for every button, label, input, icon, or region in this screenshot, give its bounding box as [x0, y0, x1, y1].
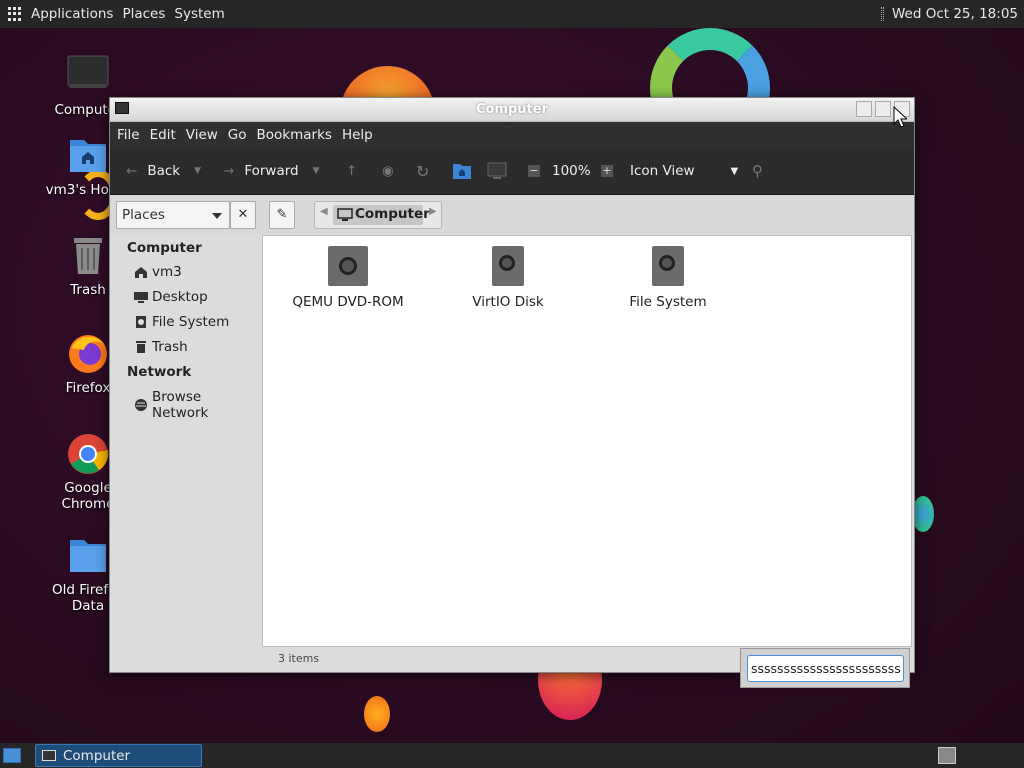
apps-grid-icon[interactable] [8, 7, 22, 21]
window-titlebar[interactable]: Computer [110, 98, 914, 122]
sidebar-item-desktop[interactable]: Desktop [134, 289, 208, 305]
hard-disk-icon [492, 246, 524, 286]
close-sidebar-button[interactable]: ✕ [230, 201, 256, 229]
zoom-out-button[interactable]: − [528, 165, 540, 177]
panel-handle-icon [880, 7, 884, 21]
chevron-down-icon: ▼ [730, 165, 739, 177]
home-folder-icon [66, 134, 110, 178]
menu-edit[interactable]: Edit [150, 127, 176, 143]
zoom-level: 100% [552, 163, 591, 179]
zoom-in-button[interactable]: + [601, 165, 613, 177]
stop-icon[interactable]: ◉ [382, 163, 394, 179]
optical-drive-icon [328, 246, 368, 286]
taskbar: Computer [0, 743, 1024, 768]
sidebar-item-trash[interactable]: Trash [134, 339, 188, 355]
sidebar-heading-network: Network [127, 364, 192, 380]
home-icon [134, 266, 148, 278]
computer-icon [337, 208, 353, 221]
computer-icon [487, 162, 507, 179]
chrome-icon [66, 432, 110, 476]
forward-arrow-icon: → [223, 163, 235, 179]
search-icon[interactable]: ⚲ [752, 162, 763, 180]
network-icon [134, 399, 148, 411]
hard-disk-icon [652, 246, 684, 286]
maximize-button[interactable] [875, 101, 891, 117]
plus-icon: + [601, 164, 613, 177]
sidebar-item-vm3[interactable]: vm3 [134, 264, 182, 280]
home-folder-button[interactable] [452, 162, 472, 180]
menu-places[interactable]: Places [122, 6, 165, 22]
drive-icon [134, 316, 148, 328]
mouse-pointer-icon [893, 106, 907, 128]
file-item-file-system[interactable]: File System [603, 246, 733, 310]
up-arrow-icon[interactable]: ↑ [346, 163, 357, 179]
chevron-down-icon [212, 213, 222, 219]
window-title: Computer [475, 102, 549, 117]
computer-icon [42, 750, 56, 761]
sidebar-heading-computer: Computer [127, 240, 202, 256]
back-dropdown-icon: ▼ [194, 166, 202, 176]
breadcrumb-right-arrow-icon[interactable]: ▶ [429, 206, 437, 217]
folder-icon [66, 534, 110, 578]
forward-button[interactable]: → Forward ▼ [223, 163, 320, 179]
wallpaper-teal-blob [912, 496, 934, 532]
edit-location-button[interactable]: ✎ [269, 201, 295, 229]
view-mode-select[interactable]: Icon View ▼ [630, 163, 738, 179]
wallpaper-small-blob [364, 696, 390, 732]
breadcrumb: ◀ Computer ▶ [314, 201, 442, 229]
firefox-icon [66, 332, 110, 376]
toolbar: ← Back ▼ → Forward ▼ ↑ ◉ ↻ − 100% + Icon… [110, 148, 914, 194]
menu-go[interactable]: Go [228, 127, 247, 143]
trash-icon [134, 341, 148, 353]
workspace-switcher-icon[interactable] [938, 747, 956, 764]
breadcrumb-computer[interactable]: Computer [333, 205, 430, 225]
menu-bookmarks[interactable]: Bookmarks [257, 127, 332, 143]
computer-button[interactable] [487, 162, 507, 180]
trash-icon [66, 234, 110, 278]
file-item-virtio-disk[interactable]: VirtIO Disk [443, 246, 573, 310]
sidebar-item-file-system[interactable]: File System [134, 314, 229, 330]
file-view[interactable]: QEMU DVD-ROM VirtIO Disk File System [262, 235, 912, 647]
sidebar-item-browse-network[interactable]: Browse Network [134, 389, 260, 421]
menubar: File Edit View Go Bookmarks Help [110, 122, 914, 148]
pencil-icon: ✎ [276, 207, 288, 222]
show-desktop-icon[interactable] [3, 748, 21, 763]
clock-area[interactable]: Wed Oct 25, 18:05 [880, 6, 1018, 22]
minus-icon: − [528, 164, 540, 177]
menu-file[interactable]: File [117, 127, 140, 143]
breadcrumb-left-arrow-icon[interactable]: ◀ [320, 206, 328, 217]
places-combo[interactable]: Places [116, 201, 230, 229]
forward-dropdown-icon: ▼ [312, 166, 320, 176]
file-manager-window: Computer File Edit View Go Bookmarks Hel… [109, 97, 915, 673]
menu-view[interactable]: View [186, 127, 218, 143]
monitor-icon [66, 54, 110, 98]
desktop-icon [134, 291, 148, 303]
location-bar: Places ✕ ✎ ◀ Computer ▶ [110, 194, 914, 234]
folder-home-icon [453, 164, 471, 179]
clock-text[interactable]: Wed Oct 25, 18:05 [892, 6, 1018, 22]
reload-icon[interactable]: ↻ [416, 162, 429, 181]
file-item-qemu-dvd-rom[interactable]: QEMU DVD-ROM [283, 246, 413, 310]
menu-applications[interactable]: Applications [31, 6, 113, 22]
status-text: 3 items [278, 652, 320, 665]
typeahead-input[interactable] [747, 655, 904, 682]
window-body: Computer vm3 Desktop File System Trash N… [112, 234, 912, 670]
menu-help[interactable]: Help [342, 127, 373, 143]
menu-system[interactable]: System [174, 6, 224, 22]
close-icon: ✕ [237, 207, 249, 222]
sidebar: Computer vm3 Desktop File System Trash N… [112, 234, 260, 670]
minimize-button[interactable] [856, 101, 872, 117]
back-arrow-icon: ← [126, 163, 138, 179]
top-panel: Applications Places System Wed Oct 25, 1… [0, 0, 1024, 28]
taskbar-item-computer[interactable]: Computer [35, 744, 202, 767]
typeahead-popup [740, 648, 910, 688]
back-button[interactable]: ← Back ▼ [126, 163, 201, 179]
